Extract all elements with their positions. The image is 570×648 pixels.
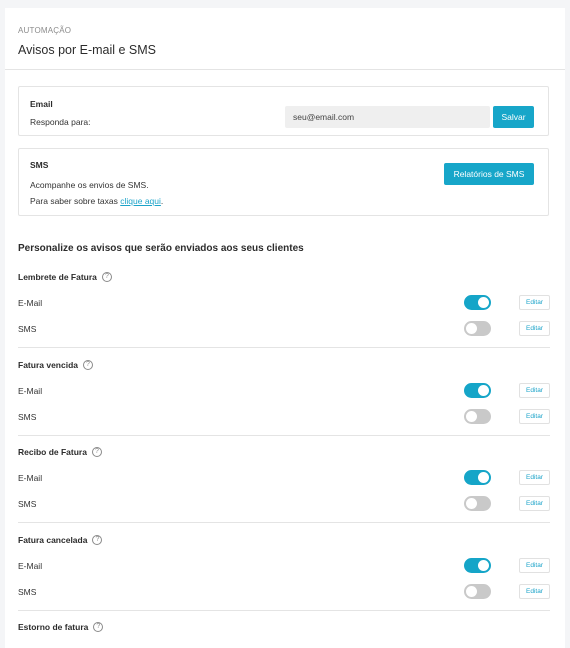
channel-label: E-Mail (18, 473, 43, 483)
sms-card-label: SMS (30, 160, 49, 170)
page-title: Avisos por E-mail e SMS (18, 43, 157, 57)
channel-toggle[interactable] (464, 383, 491, 398)
toggle-knob (478, 472, 489, 483)
channel-toggle[interactable] (464, 470, 491, 485)
channel-toggle[interactable] (464, 409, 491, 424)
section-eyebrow: AUTOMAÇÃO (18, 26, 72, 35)
edit-button[interactable]: Editar (519, 558, 550, 573)
sms-reports-button[interactable]: Relatórios de SMS (444, 163, 534, 185)
edit-button[interactable]: Editar (519, 496, 550, 511)
reply-to-label: Responda para: (30, 117, 91, 127)
sms-fees-link[interactable]: clique aqui (120, 196, 161, 206)
help-icon[interactable]: ? (92, 535, 103, 545)
edit-button[interactable]: Editar (519, 383, 550, 398)
edit-button[interactable]: Editar (519, 295, 550, 310)
channel-toggle[interactable] (464, 295, 491, 310)
notification-group-title: Lembrete de Fatura (18, 272, 97, 282)
reply-to-email-input[interactable] (285, 106, 490, 128)
edit-button[interactable]: Editar (519, 470, 550, 485)
channel-toggle[interactable] (464, 584, 491, 599)
notification-group-label: Recibo de Fatura? (18, 447, 102, 457)
notification-group-label: Fatura cancelada? (18, 535, 103, 545)
help-icon[interactable]: ? (91, 447, 102, 457)
email-settings-card: Email Responda para: Salvar (18, 86, 549, 136)
group-divider (18, 435, 550, 436)
channel-label: E-Mail (18, 561, 43, 571)
channel-label: SMS (18, 324, 37, 334)
toggle-knob (466, 411, 477, 422)
sms-settings-card: SMS Acompanhe os envios de SMS. Para sab… (18, 148, 549, 216)
group-divider (18, 347, 550, 348)
help-icon[interactable]: ? (101, 272, 112, 282)
save-button[interactable]: Salvar (493, 106, 534, 128)
help-icon[interactable]: ? (83, 360, 93, 370)
notification-group-title: Recibo de Fatura (18, 447, 87, 457)
channel-label: SMS (18, 499, 37, 509)
sms-description: Acompanhe os envios de SMS. (30, 180, 149, 190)
notification-row: E-Mail Editar (18, 295, 550, 311)
channel-label: E-Mail (18, 386, 43, 396)
toggle-knob (466, 323, 477, 334)
edit-button[interactable]: Editar (519, 584, 550, 599)
notification-row: SMS Editar (18, 496, 550, 512)
toggle-knob (478, 560, 489, 571)
notification-row: E-Mail Editar (18, 470, 550, 486)
channel-label: SMS (18, 412, 37, 422)
sms-fees-suffix: . (160, 196, 164, 206)
edit-button[interactable]: Editar (519, 321, 550, 336)
toggle-knob (466, 586, 477, 597)
toggle-knob (478, 385, 489, 396)
channel-toggle[interactable] (464, 321, 491, 336)
notification-group-title: Estorno de fatura (18, 622, 89, 632)
notification-group-title: Fatura cancelada (18, 535, 88, 545)
notifications-settings-panel: AUTOMAÇÃO Avisos por E-mail e SMS Email … (5, 8, 565, 648)
channel-label: E-Mail (18, 298, 43, 308)
sms-fees-text: Para saber sobre taxas clique aqui. (30, 196, 163, 206)
customize-section-title: Personalize os avisos que serão enviados… (18, 243, 304, 254)
channel-toggle[interactable] (464, 496, 491, 511)
notification-group-title: Fatura vencida (18, 360, 78, 370)
channel-label: SMS (18, 587, 37, 597)
channel-toggle[interactable] (464, 558, 491, 573)
notification-row: SMS Editar (18, 584, 550, 600)
notification-group-label: Fatura vencida? (18, 360, 93, 370)
page-header: AUTOMAÇÃO Avisos por E-mail e SMS (5, 8, 565, 70)
notification-row: E-Mail Editar (18, 383, 550, 399)
toggle-knob (466, 498, 477, 509)
group-divider (18, 522, 550, 523)
group-divider (18, 610, 550, 611)
notification-row: E-Mail Editar (18, 558, 550, 574)
email-card-label: Email (30, 99, 53, 109)
help-icon[interactable]: ? (93, 622, 104, 632)
toggle-knob (478, 297, 489, 308)
notification-group-label: Lembrete de Fatura? (18, 272, 112, 282)
sms-fees-prefix: Para saber sobre taxas (30, 196, 121, 206)
edit-button[interactable]: Editar (519, 409, 550, 424)
notification-row: SMS Editar (18, 321, 550, 337)
notification-group-label: Estorno de fatura? (18, 622, 104, 632)
notification-row: SMS Editar (18, 409, 550, 425)
